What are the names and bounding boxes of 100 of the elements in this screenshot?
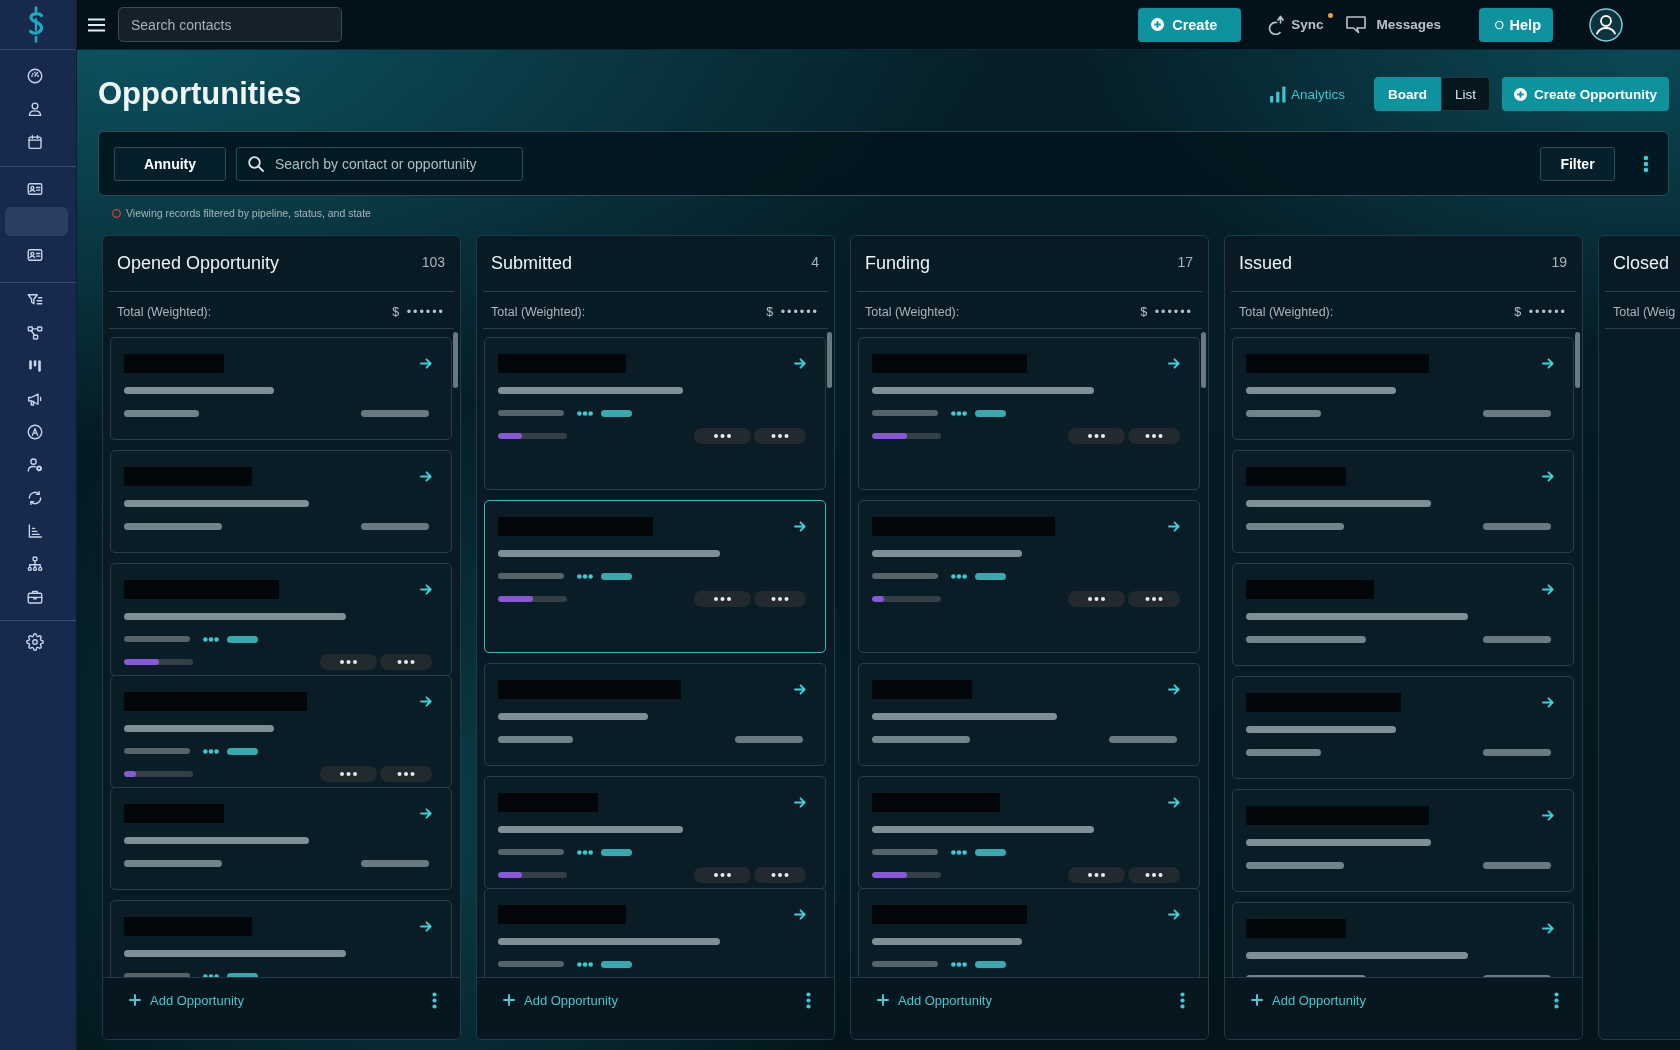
opportunity-card[interactable] <box>858 888 1200 977</box>
filter-button[interactable]: Filter <box>1540 146 1615 181</box>
opportunity-card[interactable] <box>110 675 452 788</box>
plus-icon <box>877 994 889 1006</box>
arrow-right-icon[interactable] <box>794 521 806 532</box>
redacted-line <box>735 735 803 743</box>
ellipsis-pill-icon[interactable] <box>754 867 806 883</box>
kebab-menu-icon[interactable] <box>1643 154 1649 173</box>
view-toggle[interactable]: Board <box>1373 77 1441 111</box>
arrow-right-icon[interactable] <box>420 696 432 707</box>
ellipsis-pill-icon[interactable] <box>380 654 432 670</box>
redacted-line <box>361 522 429 530</box>
opportunity-card[interactable] <box>484 337 826 490</box>
ellipsis-pill-icon[interactable] <box>1068 428 1125 444</box>
ellipsis-pill-icon[interactable] <box>320 654 377 670</box>
redacted-tag <box>601 960 632 968</box>
calendar-icon <box>25 132 44 151</box>
opportunity-card[interactable] <box>484 663 826 766</box>
analytics-link[interactable]: Analytics <box>1269 85 1345 103</box>
scrollbar-thumb[interactable] <box>1575 332 1580 388</box>
opportunity-card[interactable] <box>110 787 452 890</box>
kebab-menu-icon[interactable] <box>432 992 437 1009</box>
column-title: Closed <box>1613 253 1670 274</box>
dots-icon <box>577 961 593 967</box>
logo-icon[interactable] <box>27 6 45 43</box>
total-value: $ •••••• <box>392 304 445 319</box>
search-field[interactable]: Search by contact or opportunity <box>236 146 523 181</box>
arrow-right-icon[interactable] <box>1542 697 1554 708</box>
arrow-right-icon[interactable] <box>1168 358 1180 369</box>
create-opportunity-button[interactable]: Create Opportunity <box>1502 77 1669 111</box>
add-opportunity-button[interactable]: Add Opportunity <box>503 991 618 1009</box>
scrollbar-thumb[interactable] <box>1201 332 1206 388</box>
opportunity-card[interactable] <box>858 500 1200 653</box>
redacted-line <box>498 961 564 967</box>
arrow-right-icon[interactable] <box>794 684 806 695</box>
scrollbar-thumb[interactable] <box>453 332 458 388</box>
arrow-right-icon[interactable] <box>794 797 806 808</box>
kebab-menu-icon[interactable] <box>1180 992 1185 1009</box>
ellipsis-pill-icon[interactable] <box>694 867 751 883</box>
add-opportunity-button[interactable]: Add Opportunity <box>877 991 992 1009</box>
view-toggle[interactable]: List <box>1440 77 1490 111</box>
arrow-right-icon[interactable] <box>1168 684 1180 695</box>
redacted-line <box>1483 748 1551 756</box>
arrow-right-icon[interactable] <box>420 921 432 932</box>
redacted-tag <box>601 409 632 417</box>
arrow-right-icon[interactable] <box>1168 797 1180 808</box>
arrow-right-icon[interactable] <box>420 808 432 819</box>
ellipsis-pill-icon[interactable] <box>1128 591 1180 607</box>
scrollbar-thumb[interactable] <box>827 332 832 388</box>
ellipsis-pill-icon[interactable] <box>754 591 806 607</box>
sync-button[interactable]: Sync <box>1267 14 1334 35</box>
ellipsis-pill-icon[interactable] <box>694 428 751 444</box>
arrow-right-icon[interactable] <box>1542 358 1554 369</box>
ellipsis-pill-icon[interactable] <box>754 428 806 444</box>
kebab-menu-icon[interactable] <box>806 992 811 1009</box>
pipeline-button[interactable]: Annuity <box>114 146 226 181</box>
ellipsis-pill-icon[interactable] <box>1128 428 1180 444</box>
ellipsis-pill-icon[interactable] <box>694 591 751 607</box>
create-button[interactable]: Create <box>1138 7 1242 42</box>
menu-icon[interactable] <box>88 17 105 32</box>
opportunity-card[interactable] <box>858 776 1200 889</box>
opportunity-card[interactable] <box>484 776 826 889</box>
opportunity-card[interactable] <box>484 888 826 977</box>
ellipsis-pill-icon[interactable] <box>1128 867 1180 883</box>
opportunity-card[interactable] <box>110 337 452 440</box>
arrow-right-icon[interactable] <box>794 909 806 920</box>
arrow-right-icon[interactable] <box>1168 521 1180 532</box>
opportunity-card[interactable] <box>858 337 1200 490</box>
arrow-right-icon[interactable] <box>1542 810 1554 821</box>
opportunity-card[interactable] <box>484 500 826 653</box>
add-opportunity-button[interactable]: Add Opportunity <box>129 991 244 1009</box>
kebab-menu-icon[interactable] <box>1554 992 1559 1009</box>
arrow-right-icon[interactable] <box>420 358 432 369</box>
plus-icon <box>129 994 141 1006</box>
arrow-right-icon[interactable] <box>420 584 432 595</box>
opportunity-card[interactable] <box>110 450 452 553</box>
opportunity-card[interactable] <box>1232 676 1574 779</box>
opportunity-card[interactable] <box>1232 902 1574 977</box>
arrow-right-icon[interactable] <box>1542 923 1554 934</box>
arrow-right-icon[interactable] <box>1168 909 1180 920</box>
opportunity-card[interactable] <box>858 663 1200 766</box>
opportunity-card[interactable] <box>1232 450 1574 553</box>
help-button[interactable]: Help <box>1479 7 1553 42</box>
messages-button[interactable]: Messages <box>1346 15 1441 34</box>
opportunity-card[interactable] <box>1232 337 1574 440</box>
ellipsis-pill-icon[interactable] <box>380 766 432 782</box>
ellipsis-pill-icon[interactable] <box>1068 591 1125 607</box>
search-field[interactable]: Search contacts <box>118 7 342 42</box>
opportunity-card[interactable] <box>1232 789 1574 892</box>
arrow-right-icon[interactable] <box>420 471 432 482</box>
arrow-right-icon[interactable] <box>1542 471 1554 482</box>
arrow-right-icon[interactable] <box>1542 584 1554 595</box>
arrow-right-icon[interactable] <box>794 358 806 369</box>
redacted-line <box>1483 861 1551 869</box>
opportunity-card[interactable] <box>110 563 452 676</box>
ellipsis-pill-icon[interactable] <box>1068 867 1125 883</box>
add-opportunity-button[interactable]: Add Opportunity <box>1251 991 1366 1009</box>
opportunity-card[interactable] <box>1232 563 1574 666</box>
ellipsis-pill-icon[interactable] <box>320 766 377 782</box>
avatar-icon[interactable] <box>1589 7 1623 42</box>
